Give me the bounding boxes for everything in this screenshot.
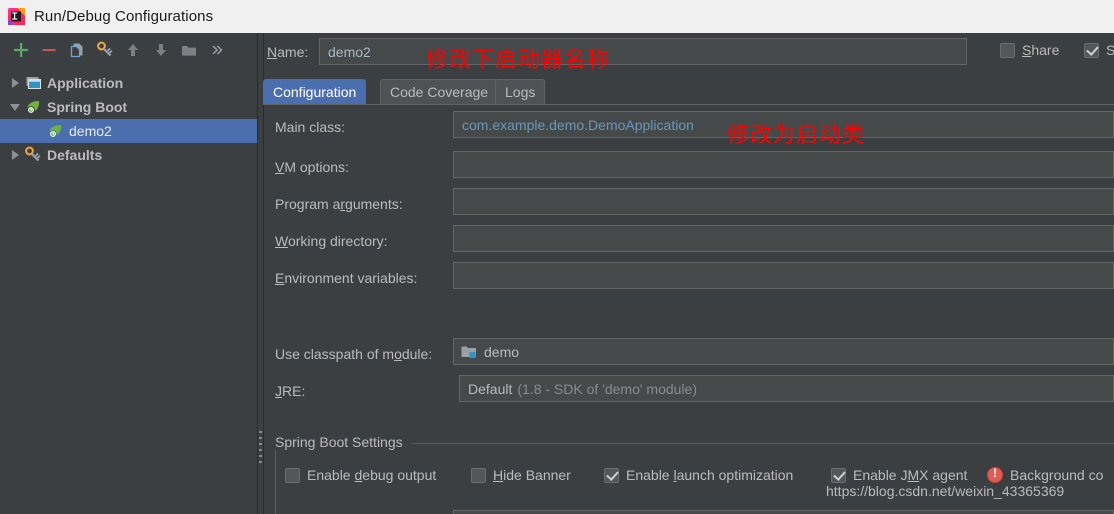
vm-options-row: VM options: xyxy=(263,151,1114,188)
enable-launch-optimization-checkbox-box[interactable] xyxy=(604,467,619,483)
name-label-mnemonic: N xyxy=(267,44,278,60)
hide-banner-checkbox[interactable]: Hide Banner xyxy=(471,467,571,483)
tree-item-label: demo2 xyxy=(69,123,112,139)
working-directory-row: Working directory: xyxy=(263,225,1114,262)
chevron-down-icon[interactable] xyxy=(6,98,24,116)
main-class-label: Main class: xyxy=(275,119,346,135)
watermark: https://blog.csdn.net/weixin_43365369 xyxy=(826,483,1065,499)
copy-button[interactable] xyxy=(63,36,91,64)
share-checkbox-label: Share xyxy=(1022,42,1060,58)
enable-jmx-agent-label: Enable JMX agent xyxy=(853,467,968,483)
single-instance-checkbox-box[interactable] xyxy=(1084,42,1099,58)
environment-variables-input[interactable] xyxy=(453,262,1114,289)
move-up-button[interactable] xyxy=(119,36,147,64)
classpath-module-value: demo xyxy=(484,343,520,360)
tree-item-label: Spring Boot xyxy=(47,99,128,115)
chevron-right-icon[interactable] xyxy=(6,74,24,92)
enable-debug-output-label: Enable debug output xyxy=(307,467,437,483)
tree-item-label: Application xyxy=(47,75,124,91)
main-class-annotation: 修改为启动类 xyxy=(727,123,866,148)
tree-item-application[interactable]: Application xyxy=(0,71,257,95)
enable-jmx-agent-checkbox[interactable]: Enable JMX agent xyxy=(831,467,967,483)
background-compilation-label: Background co xyxy=(1010,467,1104,483)
tabs-underline xyxy=(263,104,1114,105)
tree-item-defaults[interactable]: Defaults xyxy=(0,143,257,167)
title-bar: Run/Debug Configurations xyxy=(0,0,1114,33)
configuration-editor-panel: Name: 修改下启动器名称 Share S Configuration Cod… xyxy=(263,33,1114,514)
spring-boot-settings-title: Spring Boot Settings xyxy=(275,434,411,450)
spring-leaf-icon xyxy=(46,122,64,140)
classpath-module-label: Use classpath of module: xyxy=(275,346,433,362)
more-button[interactable] xyxy=(203,36,231,64)
program-arguments-input[interactable] xyxy=(453,188,1114,215)
tab-configuration[interactable]: Configuration xyxy=(263,79,367,104)
remove-button[interactable] xyxy=(35,36,63,64)
program-arguments-label: Program arguments: xyxy=(275,196,403,212)
window-title: Run/Debug Configurations xyxy=(34,8,214,25)
application-window-icon xyxy=(24,74,42,92)
jre-row: JRE: Default (1.8 - SDK of 'demo' module… xyxy=(263,375,1114,412)
name-label: Name: xyxy=(267,44,308,60)
move-down-button[interactable] xyxy=(147,36,175,64)
working-directory-input[interactable] xyxy=(453,225,1114,252)
enable-launch-optimization-checkbox[interactable]: Enable launch optimization xyxy=(604,467,793,483)
single-instance-checkbox-label: S xyxy=(1106,42,1114,58)
enable-debug-output-checkbox-box[interactable] xyxy=(285,467,300,483)
module-folder-icon xyxy=(461,345,477,359)
jre-combo[interactable]: Default (1.8 - SDK of 'demo' module) xyxy=(459,375,1114,402)
environment-variables-label: Environment variables: xyxy=(275,270,418,286)
working-directory-label: Working directory: xyxy=(275,233,388,249)
background-compilation-warning[interactable]: Background co xyxy=(987,466,1104,483)
name-annotation: 修改下启动器名称 xyxy=(426,48,611,73)
classpath-module-combo[interactable]: demo xyxy=(453,338,1114,365)
name-label-rest: ame: xyxy=(277,44,309,60)
jre-label: JRE: xyxy=(275,383,306,399)
configurations-panel: Application Spring Boot demo2 Defaults xyxy=(0,33,257,514)
enable-jmx-agent-checkbox-box[interactable] xyxy=(831,467,846,483)
share-checkbox[interactable]: Share xyxy=(1000,42,1059,58)
form-spacer xyxy=(263,299,1114,338)
editor-tabs[interactable]: Configuration Code Coverage Logs xyxy=(263,79,1114,107)
splitter-grip[interactable] xyxy=(259,431,262,467)
chevron-right-icon[interactable] xyxy=(6,146,24,164)
configuration-form: Main class: 修改为启动类 VM options: Program a… xyxy=(263,111,1114,514)
active-profiles-input[interactable] xyxy=(453,510,1114,514)
form-spacer-2 xyxy=(263,412,1114,434)
run-debug-configurations-window: Run/Debug Configurations Application Spr… xyxy=(0,0,1114,514)
enable-debug-output-checkbox[interactable]: Enable debug output xyxy=(285,467,436,483)
vm-options-input[interactable] xyxy=(453,151,1114,178)
spring-leaf-icon xyxy=(24,98,42,116)
tab-logs[interactable]: Logs xyxy=(495,79,546,104)
hide-banner-checkbox-box[interactable] xyxy=(471,467,486,483)
vm-options-label: VM options: xyxy=(275,159,349,175)
wrench-key-icon[interactable] xyxy=(91,36,119,64)
new-folder-button[interactable] xyxy=(175,36,203,64)
dialog-body: Application Spring Boot demo2 Defaults N… xyxy=(0,33,1114,514)
intellij-idea-icon xyxy=(8,8,25,25)
tree-item-label: Defaults xyxy=(47,147,103,163)
add-button[interactable] xyxy=(7,36,35,64)
configurations-tree[interactable]: Application Spring Boot demo2 Defaults xyxy=(0,71,257,514)
tree-item-demo2[interactable]: demo2 xyxy=(0,119,257,143)
wrench-key-icon xyxy=(24,146,42,164)
program-arguments-row: Program arguments: xyxy=(263,188,1114,225)
classpath-module-row: Use classpath of module: demo xyxy=(263,338,1114,375)
warning-icon xyxy=(987,466,1003,483)
configurations-toolbar xyxy=(0,33,257,67)
tree-item-spring-boot[interactable]: Spring Boot xyxy=(0,95,257,119)
main-class-row: Main class: 修改为启动类 xyxy=(263,111,1114,151)
jre-value-sub: (1.8 - SDK of 'demo' module) xyxy=(517,380,698,397)
enable-launch-optimization-label: Enable launch optimization xyxy=(626,467,794,483)
single-instance-checkbox[interactable]: S xyxy=(1084,42,1114,58)
active-profiles-row: Active Profiles: xyxy=(263,510,1114,514)
tab-code-coverage[interactable]: Code Coverage xyxy=(380,79,499,104)
jre-value-main: Default xyxy=(468,380,513,397)
hide-banner-label: Hide Banner xyxy=(493,467,571,483)
share-checkbox-box[interactable] xyxy=(1000,42,1015,58)
environment-variables-row: Environment variables: xyxy=(263,262,1114,299)
group-divider-left xyxy=(275,443,276,514)
name-input[interactable] xyxy=(319,38,967,65)
name-row: Name: 修改下启动器名称 Share S xyxy=(263,38,1114,73)
